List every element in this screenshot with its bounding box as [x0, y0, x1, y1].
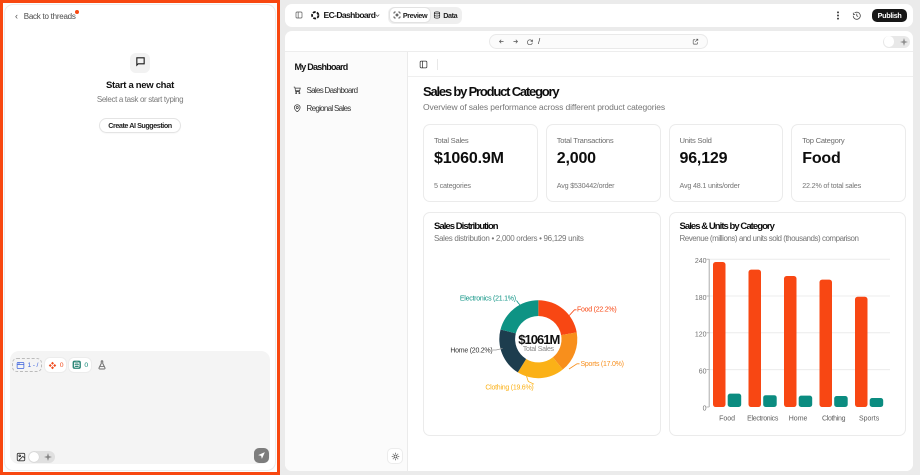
svg-text:240: 240	[695, 258, 707, 265]
svg-text:Home (20.2%): Home (20.2%)	[450, 348, 492, 355]
svg-text:Food: Food	[719, 416, 735, 423]
svg-text:$1061M: $1061M	[518, 332, 559, 347]
svg-text:180: 180	[695, 295, 707, 302]
svg-text:Total Sales: Total Sales	[523, 346, 555, 353]
svg-text:60: 60	[698, 368, 706, 375]
svg-text:Electronics (21.1%): Electronics (21.1%)	[460, 295, 516, 302]
svg-text:Food (22.2%): Food (22.2%)	[577, 307, 616, 314]
svg-text:0: 0	[702, 406, 706, 413]
svg-text:Electronics: Electronics	[747, 416, 779, 423]
svg-text:Clothing (19.6%): Clothing (19.6%)	[485, 385, 533, 392]
svg-text:Clothing: Clothing	[822, 416, 846, 423]
svg-text:Home: Home	[788, 416, 807, 423]
svg-text:Sports: Sports	[859, 416, 880, 423]
svg-text:Sports (17.0%): Sports (17.0%)	[581, 361, 624, 368]
svg-text:120: 120	[695, 332, 707, 339]
